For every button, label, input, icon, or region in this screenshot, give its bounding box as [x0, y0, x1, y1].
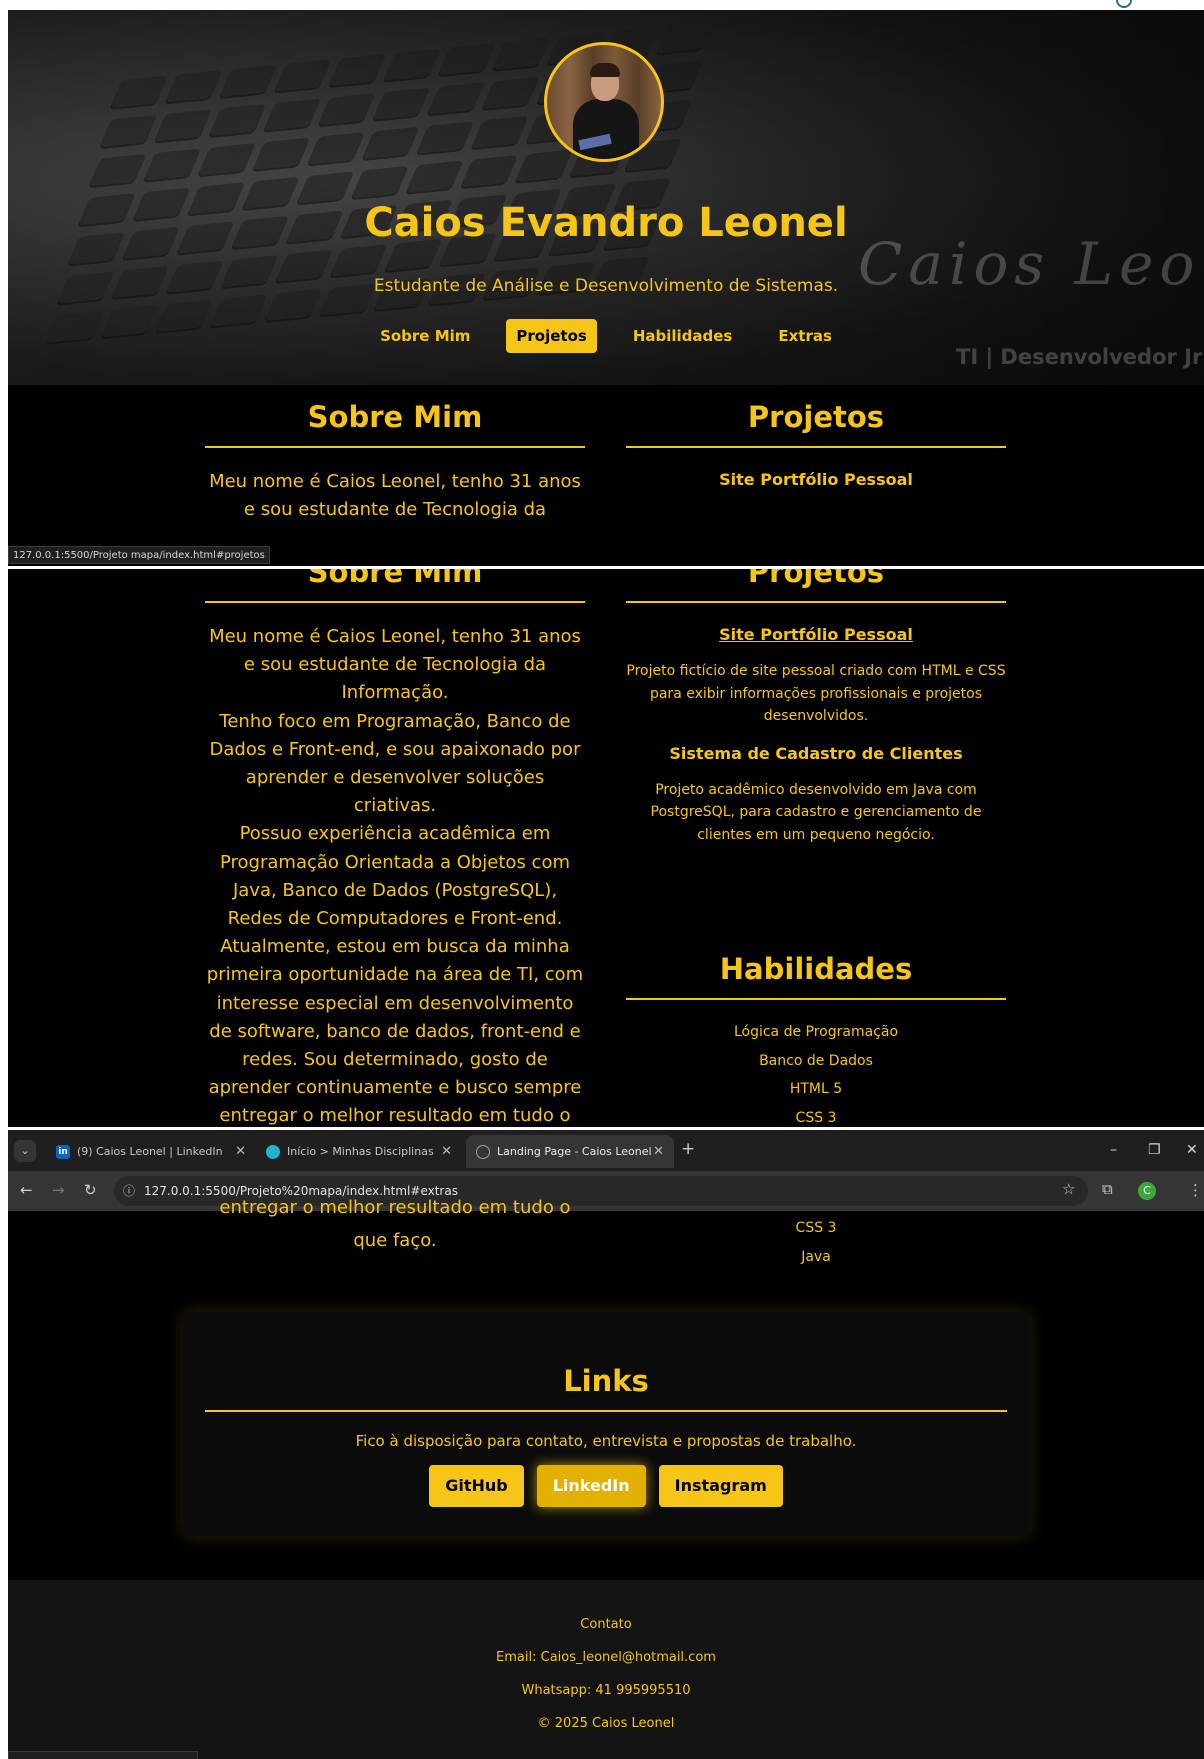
forward-icon[interactable]: → [52, 1181, 65, 1199]
skill-item: Java [801, 1249, 831, 1265]
page-footer: Contato Email: Caios_leonel@hotmail.com … [8, 1580, 1204, 1759]
footer-email: Email: Caios_leonel@hotmail.com [496, 1650, 716, 1665]
profile-avatar [544, 42, 664, 162]
skill-item: Banco de Dados [759, 1052, 873, 1069]
nav-link-projetos[interactable]: Projetos [506, 319, 597, 353]
tab-title: Início > Minhas Disciplinas > D [287, 1145, 437, 1158]
nav-link-habilidades[interactable]: Habilidades [623, 319, 743, 353]
skill-item: CSS 3 [795, 1220, 837, 1236]
screenshot-panel-content: Sobre Mim Meu nome é Caios Leonel, tenho… [8, 569, 1204, 1127]
browser-tab-landing[interactable]: Landing Page - Caios Leonel ✕ [466, 1135, 674, 1168]
nav-link-sobre-mim[interactable]: Sobre Mim [370, 319, 480, 353]
profile-avatar-icon[interactable]: C [1138, 1182, 1156, 1200]
logo-icon [1116, 0, 1132, 8]
about-paragraph: Atualmente, estou em busca da minha prim… [206, 936, 584, 1127]
close-icon[interactable]: ✕ [653, 1144, 664, 1159]
footer-heading: Contato [580, 1617, 632, 1632]
about-title: Sobre Mim [307, 569, 483, 589]
github-button[interactable]: GitHub [429, 1465, 524, 1507]
footer-whatsapp: Whatsapp: 41 995995510 [521, 1683, 691, 1698]
projects-divider [626, 446, 1006, 448]
extensions-icon[interactable]: ⧉ [1102, 1180, 1113, 1198]
projects-divider [626, 601, 1006, 603]
skills-section: Habilidades Lógica de Programação Banco … [626, 952, 1006, 1127]
project-title-portfolio[interactable]: Site Portfólio Pessoal [626, 625, 1006, 644]
linkedin-icon: in [56, 1144, 70, 1159]
tab-title: (9) Caios Leonel | LinkedIn [77, 1145, 223, 1158]
site-info-icon[interactable]: ⓘ [123, 1176, 135, 1206]
new-tab-button[interactable]: + [681, 1139, 695, 1159]
about-text-end: que faço. [353, 1230, 437, 1251]
linkedin-button[interactable]: LinkedIn [536, 1465, 646, 1507]
tab-search-button[interactable]: ⌄ [14, 1140, 36, 1162]
hero-header: Caios Leonel TI | Desenvolvedor Jr Caios… [8, 10, 1204, 385]
projects-title: Projetos [747, 569, 885, 589]
university-icon [266, 1144, 280, 1159]
about-text: Meu nome é Caios Leonel, tenho 31 anos e… [205, 623, 585, 1127]
avatar-body [573, 99, 639, 159]
main-nav: Sobre Mim Projetos Habilidades Extras [8, 319, 1204, 353]
corner-logo-fragment [1094, 0, 1204, 10]
screenshot-panel-browser: ⌄ in (9) Caios Leonel | LinkedIn ✕ Iníci… [8, 1130, 1204, 1759]
links-title: Links [563, 1364, 649, 1398]
about-divider [205, 446, 585, 448]
about-paragraph: Possuo experiência acadêmica em Programa… [220, 823, 570, 930]
links-buttons: GitHub LinkedIn Instagram [183, 1465, 1029, 1507]
instagram-button[interactable]: Instagram [658, 1465, 783, 1507]
minimize-icon[interactable]: – [1110, 1142, 1117, 1158]
project-title-portfolio[interactable]: Site Portfólio Pessoal [626, 470, 1006, 489]
browser-tab-linkedin[interactable]: in (9) Caios Leonel | LinkedIn ✕ [46, 1135, 256, 1168]
project-description: Projeto fictício de site pessoal criado … [626, 663, 1006, 724]
avatar-hair [590, 63, 620, 77]
back-icon[interactable]: ← [20, 1181, 33, 1199]
globe-icon [476, 1144, 490, 1159]
links-text: Fico à disposição para contato, entrevis… [355, 1432, 857, 1450]
browser-address-bar: ← → ↻ ⓘ 127.0.0.1:5500/Projeto%20mapa/in… [8, 1171, 1204, 1211]
nav-link-extras[interactable]: Extras [768, 319, 842, 353]
skills-list: Lógica de Programação Banco de Dados HTM… [626, 1018, 1006, 1127]
skill-item: CSS 3 [795, 1109, 837, 1126]
close-icon[interactable]: ✕ [235, 1144, 246, 1159]
close-window-icon[interactable]: ✕ [1186, 1142, 1198, 1158]
menu-kebab-icon[interactable]: ⋮ [1188, 1181, 1203, 1199]
links-divider [205, 1410, 1007, 1412]
about-title: Sobre Mim [307, 400, 483, 434]
skills-title: Habilidades [719, 952, 913, 986]
about-divider [205, 601, 585, 603]
status-bar [8, 1751, 198, 1759]
restore-icon[interactable]: ❐ [1148, 1142, 1161, 1158]
skill-item: Lógica de Programação [733, 1024, 899, 1040]
project-description: Projeto acadêmico desenvolvido em Java c… [650, 781, 982, 843]
skill-item: HTML 5 [789, 1081, 843, 1097]
status-bar-url: 127.0.0.1:5500/Projeto mapa/index.html#p… [8, 546, 270, 564]
close-icon[interactable]: ✕ [441, 1144, 452, 1159]
browser-tab-bar: ⌄ in (9) Caios Leonel | LinkedIn ✕ Iníci… [8, 1130, 1204, 1171]
projects-section-top: Projetos Site Portfólio Pessoal [626, 400, 1006, 489]
about-paragraph: Meu nome é Caios Leonel, tenho 31 anos e… [209, 626, 581, 704]
footer-copyright: © 2025 Caios Leonel [537, 1716, 675, 1731]
project-title-cadastro[interactable]: Sistema de Cadastro de Clientes [626, 744, 1006, 763]
links-section: Links Fico à disposição para contato, en… [183, 1312, 1029, 1536]
reload-icon[interactable]: ↻ [84, 1181, 97, 1199]
screenshot-panel-hero: Caios Leonel TI | Desenvolvedor Jr Caios… [8, 10, 1204, 566]
tab-title: Landing Page - Caios Leonel [497, 1145, 652, 1158]
about-section-top: Sobre Mim Meu nome é Caios Leonel, tenho… [205, 400, 585, 524]
skills-divider [626, 998, 1006, 1000]
about-section: Sobre Mim Meu nome é Caios Leonel, tenho… [205, 569, 585, 1127]
bookmark-star-icon[interactable]: ☆ [1062, 1180, 1075, 1198]
projects-title: Projetos [747, 400, 885, 434]
projects-section: Projetos Site Portfólio Pessoal Projeto … [626, 569, 1006, 846]
hero-subtitle: Estudante de Análise e Desenvolvimento d… [373, 276, 839, 296]
page-title: Caios Evandro Leonel [364, 200, 848, 246]
about-paragraph: Tenho foco em Programação, Banco de Dado… [209, 710, 581, 817]
about-text-cut: entregar o melhor resultado em tudo o [219, 1197, 571, 1218]
about-text-preview: Meu nome é Caios Leonel, tenho 31 anos e… [209, 471, 581, 521]
browser-tab-disciplinas[interactable]: Início > Minhas Disciplinas > D ✕ [256, 1135, 462, 1168]
